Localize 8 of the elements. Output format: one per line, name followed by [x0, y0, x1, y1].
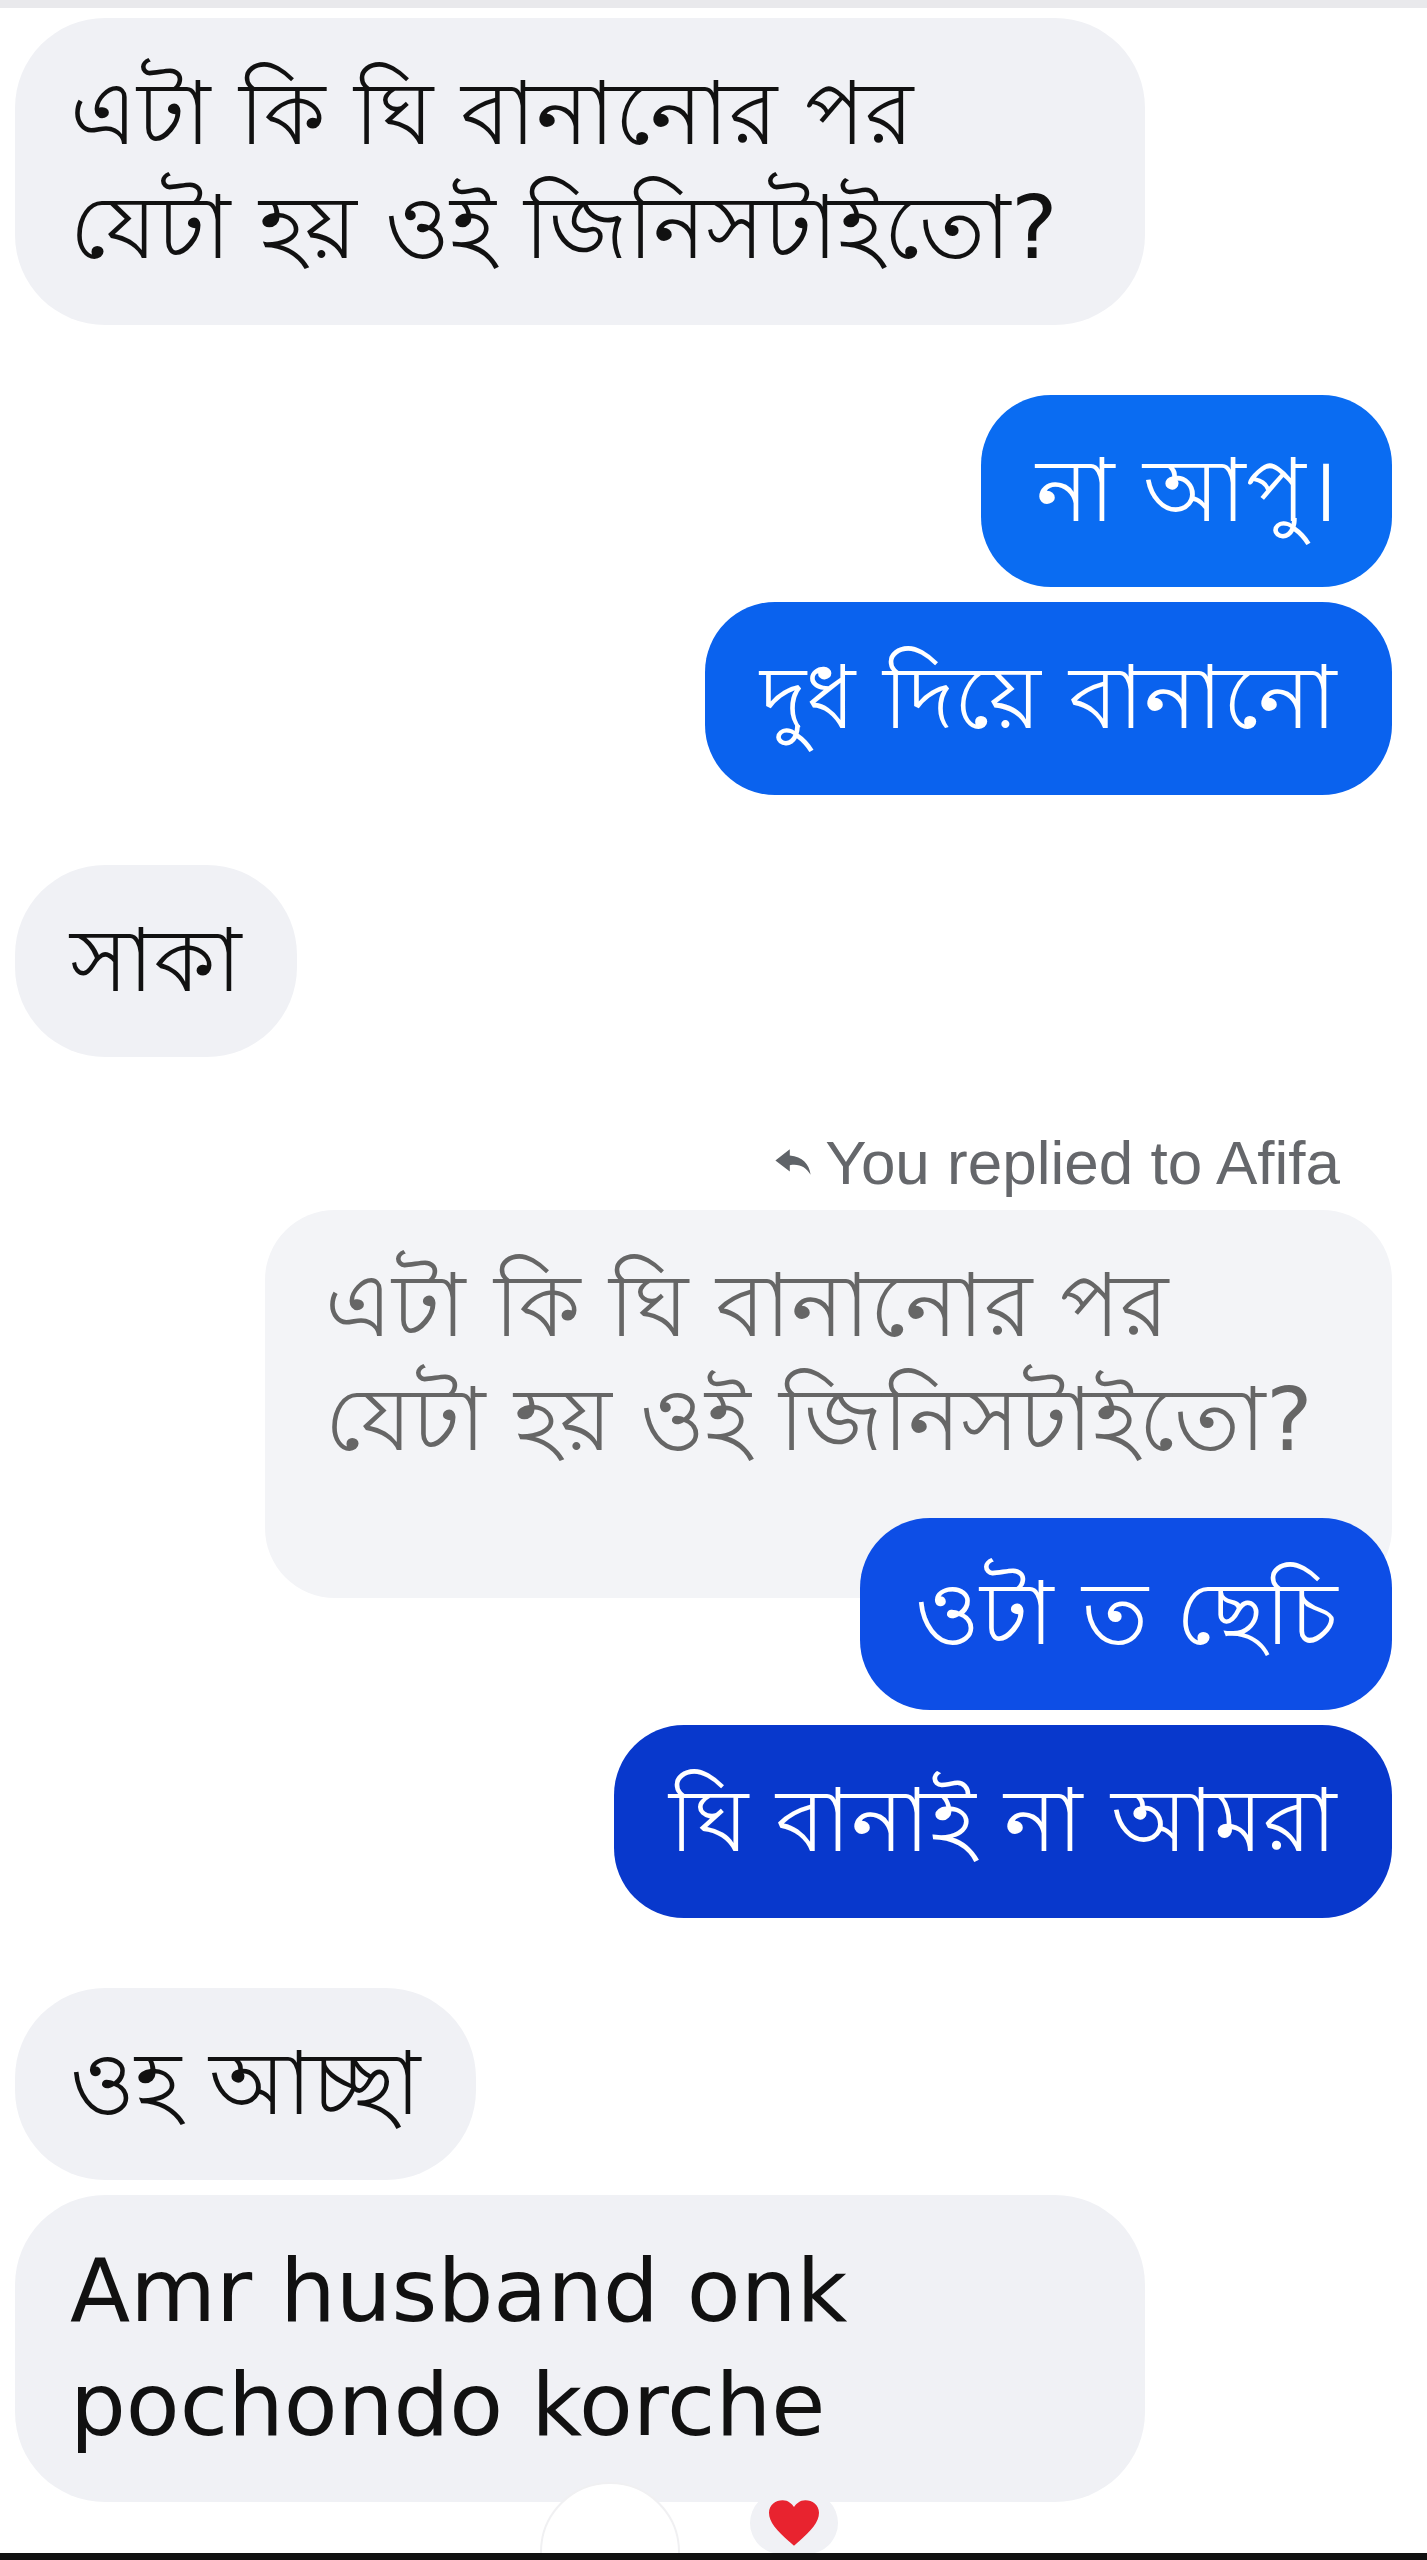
reply-label: You replied to Afifa	[825, 1126, 1340, 1198]
message-bubble: ওহ আচ্ছা	[15, 1987, 476, 2180]
message-bubble: ঘি বানাই না আমরা	[614, 1725, 1392, 1918]
message-bubble: না আপু।	[981, 394, 1392, 588]
message-bubble: সাকা	[15, 864, 297, 1057]
message-bubble: Amr husband onk pochondo korche	[15, 2194, 1145, 2502]
message-bubble: এটা কি ঘি বানানোর পর যেটা হয় ওই জিনিসটাইতো?	[15, 18, 1145, 325]
message-bubble: দুধ দিয়ে বানানো	[705, 602, 1392, 795]
